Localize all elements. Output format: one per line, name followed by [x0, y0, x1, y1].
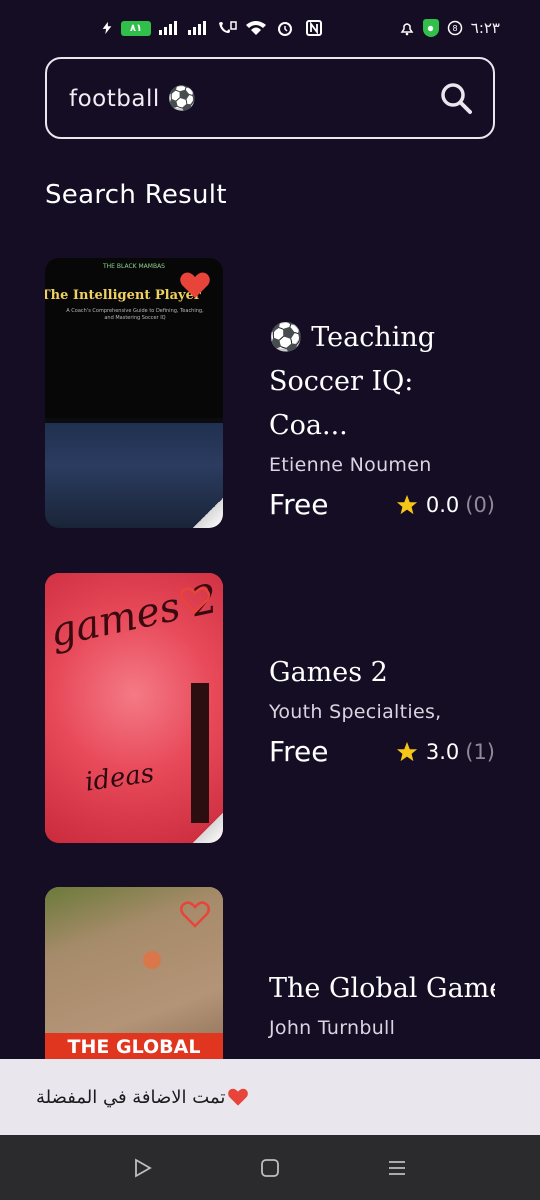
heart-outline-icon[interactable] [179, 899, 211, 929]
shield-icon [422, 19, 439, 37]
triangle-back-icon [135, 1157, 153, 1178]
bell-icon [400, 23, 414, 36]
section-title: Search Result [45, 180, 227, 210]
book-title-line2[interactable]: Soccer IQ: Coa... [269, 360, 495, 448]
cover-subtitle: A Coach's Comprehensive Guide to Definin… [66, 308, 204, 321]
system-nav-bar [0, 1135, 540, 1200]
nfc-icon [306, 20, 322, 36]
star-icon [396, 494, 417, 514]
star-icon [396, 741, 417, 761]
data-saver-icon: 8 [447, 20, 463, 36]
book-info: Games 2 Youth Specialties, Free 3.0 (1) [269, 651, 495, 768]
status-time: ٦:٢٣ [470, 19, 500, 37]
recents-button[interactable] [384, 1155, 410, 1181]
cover-banner: THE GLOBAL [45, 1033, 223, 1059]
book-author: John Turnbull [269, 1017, 396, 1039]
alarm-icon [278, 22, 292, 36]
cover-publisher: THE BLACK MAMBAS [103, 263, 165, 270]
back-button[interactable] [130, 1155, 156, 1181]
heart-outline-icon[interactable] [179, 585, 211, 615]
square-home-icon [261, 1158, 279, 1177]
search-query[interactable]: football ⚽ [69, 85, 197, 112]
page-curl [193, 498, 223, 528]
book-info: ⚽ Teaching Soccer IQ: Coa... Etienne Nou… [269, 316, 495, 521]
rating-count: (0) [465, 492, 495, 517]
status-bar: ٨١ 8 ٦:٢٣ [0, 0, 540, 56]
home-button[interactable] [257, 1155, 283, 1181]
signal-2-icon [188, 21, 206, 35]
heart-icon [228, 1088, 249, 1106]
menu-lines-icon [388, 1160, 405, 1175]
wifi-icon [246, 21, 266, 35]
book-author: Youth Specialties, [269, 701, 442, 723]
charging-bolt-icon [102, 21, 112, 35]
book-cover[interactable]: games 2 ideas [45, 573, 223, 843]
svg-text:8: 8 [452, 24, 457, 33]
book-card[interactable]: games 2 ideas Games 2 Youth Specialties,… [45, 573, 495, 845]
rating-value: 0.0 [425, 492, 460, 517]
book-author: Etienne Noumen [269, 454, 432, 476]
toast-message: تمت الاضافة في المفضلة [0, 1059, 540, 1135]
price-row: Free 3.0 (1) [269, 735, 495, 768]
book-rating: 3.0 (1) [396, 740, 495, 764]
football-ball [143, 951, 161, 969]
status-right-icons: 8 ٦:٢٣ [399, 19, 500, 37]
signal-icon [159, 21, 177, 35]
book-title[interactable]: Games 2 [269, 651, 495, 695]
heart-filled-icon[interactable] [179, 270, 211, 300]
rating-count: (1) [465, 739, 495, 764]
rating-value: 3.0 [425, 739, 460, 764]
book-cover[interactable]: THE BLACK MAMBAS The Intelligent Player … [45, 258, 223, 528]
status-left-icons: ٨١ [100, 20, 325, 36]
book-card[interactable]: THE BLACK MAMBAS The Intelligent Player … [45, 258, 495, 530]
book-rating: 0.0 (0) [396, 493, 495, 517]
book-title[interactable]: The Global Game [269, 967, 495, 1011]
toast-text: تمت الاضافة في المفضلة [36, 1086, 226, 1108]
book-price: Free [269, 488, 329, 521]
cover-spine-strip [191, 683, 209, 823]
book-info: The Global Game John Turnbull [269, 967, 495, 1039]
wifi-call-icon [219, 21, 237, 33]
search-input[interactable]: football ⚽ [45, 57, 495, 139]
book-card[interactable]: THE GLOBAL The Global Game John Turnbull [45, 887, 495, 1059]
price-row: Free 0.0 (0) [269, 488, 495, 521]
book-title-line1[interactable]: ⚽ Teaching [269, 316, 495, 360]
page-curl [193, 813, 223, 843]
book-cover[interactable]: THE GLOBAL [45, 887, 223, 1059]
battery-icon: ٨١ [121, 20, 151, 36]
search-icon[interactable] [439, 81, 473, 115]
book-price: Free [269, 735, 329, 768]
